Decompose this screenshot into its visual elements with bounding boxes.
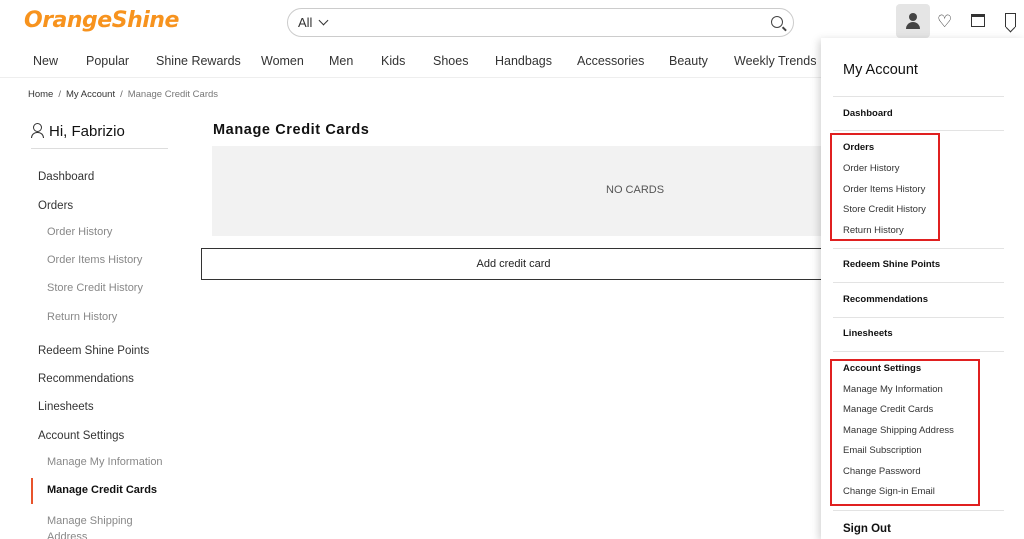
sidebar-item-orders[interactable]: Orders — [38, 200, 73, 212]
divider — [833, 510, 1004, 511]
nav-item-women[interactable]: Women — [261, 54, 304, 68]
dropdown-item-linesheets[interactable]: Linesheets — [843, 328, 893, 339]
dropdown-title: My Account — [843, 62, 918, 78]
person-icon — [31, 123, 44, 138]
nav-item-new[interactable]: New — [33, 54, 58, 68]
dropdown-item-redeem-shine-points[interactable]: Redeem Shine Points — [843, 259, 940, 270]
nav-item-kids[interactable]: Kids — [381, 54, 405, 68]
divider — [833, 282, 1004, 283]
divider — [833, 96, 1004, 97]
sidebar-item-recommendations[interactable]: Recommendations — [38, 373, 134, 385]
search-input[interactable] — [338, 13, 738, 33]
bookmark-icon[interactable] — [1005, 13, 1016, 27]
divider — [833, 351, 1004, 352]
sidebar-item-linesheets[interactable]: Linesheets — [38, 401, 94, 413]
nav-item-handbags[interactable]: Handbags — [495, 54, 552, 68]
breadcrumb-current: Manage Credit Cards — [127, 89, 219, 100]
account-dropdown: My Account Dashboard Orders Order Histor… — [821, 38, 1024, 539]
highlight-box-account-settings — [830, 359, 980, 506]
sidebar-item-return-history[interactable]: Return History — [47, 311, 117, 323]
heart-icon[interactable]: ♡ — [937, 13, 952, 30]
store-icon[interactable] — [971, 14, 985, 27]
breadcrumb-my-account[interactable]: My Account — [66, 89, 115, 100]
sidebar-item-manage-credit-cards[interactable]: Manage Credit Cards — [31, 478, 168, 504]
add-credit-card-button[interactable]: Add credit card — [201, 248, 826, 280]
sidebar-item-store-credit-history[interactable]: Store Credit History — [47, 282, 143, 294]
page-title: Manage Credit Cards — [213, 122, 370, 138]
dropdown-item-dashboard[interactable]: Dashboard — [843, 108, 893, 119]
highlight-box-orders — [830, 133, 940, 241]
sidebar-item-redeem-shine-points[interactable]: Redeem Shine Points — [38, 345, 149, 357]
divider — [833, 317, 1004, 318]
search-bar[interactable]: All — [287, 8, 794, 37]
logo[interactable]: OrangeShine — [24, 8, 179, 33]
search-icon[interactable] — [771, 16, 783, 28]
divider — [833, 130, 1004, 131]
breadcrumb-home[interactable]: Home — [28, 89, 53, 100]
sidebar-item-dashboard[interactable]: Dashboard — [38, 171, 94, 183]
sidebar-item-order-items-history[interactable]: Order Items History — [47, 254, 142, 266]
dropdown-item-recommendations[interactable]: Recommendations — [843, 294, 928, 305]
divider — [833, 248, 1004, 249]
nav-item-shine-rewards[interactable]: Shine Rewards — [156, 54, 241, 68]
user-icon — [909, 13, 917, 21]
sidebar-item-order-history[interactable]: Order History — [47, 226, 112, 238]
nav-item-beauty[interactable]: Beauty — [669, 54, 708, 68]
empty-cards-panel: NO CARDS — [212, 146, 824, 236]
empty-state-text: NO CARDS — [606, 184, 665, 196]
account-button[interactable] — [896, 4, 930, 38]
breadcrumb: Home / My Account / Manage Credit Cards — [28, 89, 219, 100]
sidebar-item-account-settings[interactable]: Account Settings — [38, 430, 124, 442]
search-scope-select[interactable]: All — [298, 15, 329, 30]
sidebar-item-manage-shipping-address[interactable]: Manage Shipping Address — [47, 513, 157, 539]
nav-item-popular[interactable]: Popular — [86, 54, 129, 68]
nav-item-accessories[interactable]: Accessories — [577, 54, 644, 68]
sidebar-item-manage-my-information[interactable]: Manage My Information — [47, 456, 163, 468]
nav-item-shoes[interactable]: Shoes — [433, 54, 468, 68]
user-greeting: Hi, Fabrizio — [31, 122, 168, 149]
chevron-down-icon — [319, 15, 329, 26]
sign-out-link[interactable]: Sign Out — [843, 523, 891, 535]
nav-item-weekly-trends[interactable]: Weekly Trends — [734, 54, 816, 68]
nav-item-men[interactable]: Men — [329, 54, 353, 68]
